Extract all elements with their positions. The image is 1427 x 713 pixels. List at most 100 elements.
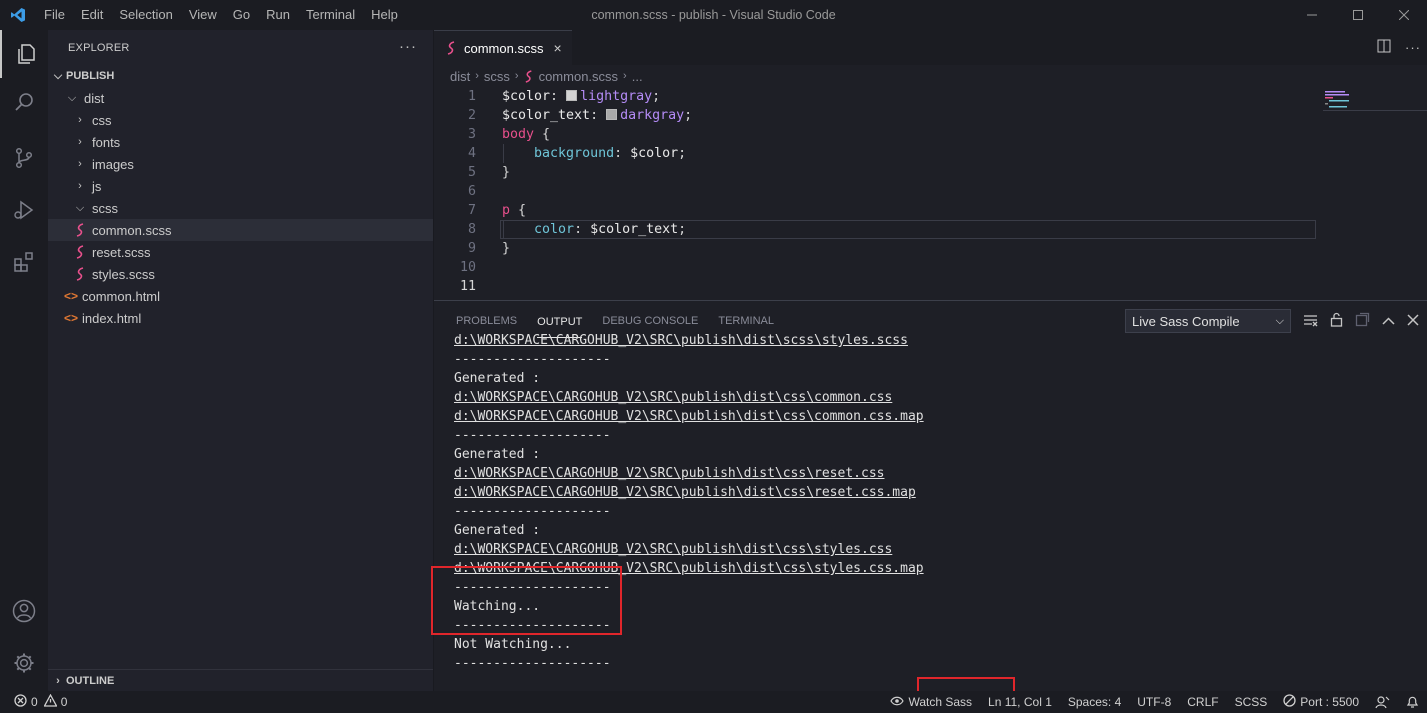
menu-item-edit[interactable]: Edit xyxy=(73,0,111,30)
tree-item-scss[interactable]: ⌵ scss xyxy=(48,197,433,219)
explorer-more-actions-button[interactable]: ··· xyxy=(399,38,417,55)
tree-item-css[interactable]: › css xyxy=(48,109,433,131)
menu-item-run[interactable]: Run xyxy=(258,0,298,30)
tree-item-js[interactable]: › js xyxy=(48,175,433,197)
editor-group: common.scss × ··· dist › scss › common.scss ›… xyxy=(434,30,1427,300)
output-file-link[interactable]: d:\WORKSPACE\CARGOHUB_V2\SRC\publish\dis… xyxy=(454,331,924,350)
output-line: -------------------- xyxy=(454,504,611,519)
tree-item-reset-scss[interactable]: reset.scss xyxy=(48,241,433,263)
breadcrumb-item[interactable]: common.scss xyxy=(539,69,618,84)
code-line[interactable]: 4 background: $color; xyxy=(434,144,1324,163)
output-file-link[interactable]: d:\WORKSPACE\CARGOHUB_V2\SRC\publish\dis… xyxy=(454,483,924,502)
explorer-icon[interactable] xyxy=(0,30,48,78)
indentation[interactable]: Spaces: 4 xyxy=(1060,691,1129,713)
code-text: $color: lightgray; xyxy=(502,89,661,104)
problems-status[interactable]: 0 0 xyxy=(0,693,67,710)
close-window-button[interactable] xyxy=(1381,0,1427,30)
output-line: Generated : xyxy=(454,371,541,386)
editor-tabs: common.scss × ··· xyxy=(434,30,1427,65)
source-control-icon[interactable] xyxy=(0,134,48,182)
output-file-link[interactable]: d:\WORKSPACE\CARGOHUB_V2\SRC\publish\dis… xyxy=(454,407,924,426)
status-right: Watch Sass Ln 11, Col 1 Spaces: 4 UTF-8 … xyxy=(882,691,1427,713)
tree-item-common-scss[interactable]: common.scss xyxy=(48,219,433,241)
output-file-link[interactable]: d:\WORKSPACE\CARGOHUB_V2\SRC\publish\dis… xyxy=(454,388,924,407)
close-panel-icon[interactable] xyxy=(1407,313,1419,329)
minimap[interactable] xyxy=(1323,87,1427,111)
language-mode[interactable]: SCSS xyxy=(1227,691,1276,713)
breadcrumb-item[interactable]: ... xyxy=(632,69,643,84)
tree-item-label: css xyxy=(92,112,112,128)
tree-item-images[interactable]: › images xyxy=(48,153,433,175)
vscode-logo-icon[interactable] xyxy=(0,0,36,30)
line-number: 5 xyxy=(467,165,476,180)
extensions-icon[interactable] xyxy=(0,238,48,286)
close-tab-icon[interactable]: × xyxy=(553,40,561,56)
tree-item-label: common.html xyxy=(82,288,161,304)
tab-common-scss[interactable]: common.scss × xyxy=(434,30,572,65)
watch-sass-button[interactable]: Watch Sass xyxy=(882,691,980,713)
breadcrumb-item[interactable]: scss xyxy=(484,69,510,84)
tree-item-common-html[interactable]: <> common.html xyxy=(48,285,433,307)
code-text: } xyxy=(502,241,511,256)
chevron-down-icon: ⌵ xyxy=(67,91,77,104)
menu-item-terminal[interactable]: Terminal xyxy=(298,0,363,30)
output-line: -------------------- xyxy=(454,428,611,443)
maximize-button[interactable] xyxy=(1335,0,1381,30)
output-file-link[interactable]: d:\WORKSPACE\CARGOHUB_V2\SRC\publish\dis… xyxy=(454,540,924,559)
tree-item-label: dist xyxy=(84,90,105,106)
breadcrumb-item[interactable]: dist xyxy=(450,69,470,84)
code-line[interactable]: 1 $color: lightgray; xyxy=(434,87,1324,106)
accounts-icon[interactable] xyxy=(0,587,48,635)
no-entry-icon xyxy=(1283,694,1296,710)
code-line[interactable]: 3 body { xyxy=(434,125,1324,144)
search-icon[interactable] xyxy=(0,78,48,126)
line-number: 9 xyxy=(467,241,476,256)
cursor-position[interactable]: Ln 11, Col 1 xyxy=(980,691,1060,713)
line-number: 6 xyxy=(467,184,476,199)
live-server-port[interactable]: Port : 5500 xyxy=(1275,691,1367,713)
status-bar: 0 0 Watch Sass Ln 11, Col 1 Spaces: 4 UT… xyxy=(0,691,1427,713)
tree-item-index-html[interactable]: <> index.html xyxy=(48,307,433,329)
notifications-bell-icon[interactable] xyxy=(1398,691,1427,713)
tree-item-label: scss xyxy=(92,200,118,216)
activity-bar xyxy=(0,30,48,691)
code-line[interactable]: 9} xyxy=(434,239,1324,258)
code-line[interactable]: 10 xyxy=(434,258,1324,277)
code-line[interactable]: 11 xyxy=(434,277,1324,296)
run-debug-icon[interactable] xyxy=(0,186,48,234)
code-line[interactable]: 6 xyxy=(434,182,1324,201)
tree-item-dist[interactable]: ⌵ dist xyxy=(48,87,433,109)
watch-sass-label: Watch Sass xyxy=(908,695,973,709)
line-endings[interactable]: CRLF xyxy=(1179,691,1226,713)
menu-item-file[interactable]: File xyxy=(36,0,73,30)
menu-item-selection[interactable]: Selection xyxy=(111,0,180,30)
code-line[interactable]: 2 $color_text: darkgray; xyxy=(434,106,1324,125)
split-editor-icon[interactable] xyxy=(1377,39,1391,56)
output-file-link[interactable]: d:\WORKSPACE\CARGOHUB_V2\SRC\publish\dis… xyxy=(454,464,924,483)
code-text: body { xyxy=(502,127,551,142)
menu-item-view[interactable]: View xyxy=(181,0,225,30)
open-log-icon[interactable] xyxy=(1355,312,1370,330)
code-line[interactable]: 7 p { xyxy=(434,201,1324,220)
more-actions-icon[interactable]: ··· xyxy=(1405,40,1421,55)
menu-item-go[interactable]: Go xyxy=(225,0,258,30)
minimize-button[interactable] xyxy=(1289,0,1335,30)
tree-item-styles-scss[interactable]: styles.scss xyxy=(48,263,433,285)
tree-item-fonts[interactable]: › fonts xyxy=(48,131,433,153)
code-line[interactable]: 5} xyxy=(434,163,1324,182)
workspace-root-folder[interactable]: ⌵ PUBLISH xyxy=(48,65,433,87)
encoding[interactable]: UTF-8 xyxy=(1129,691,1179,713)
panel-actions: Live Sass Compile ⌵ xyxy=(1125,309,1427,333)
outline-section-header[interactable]: › OUTLINE xyxy=(48,669,433,691)
lock-scroll-icon[interactable] xyxy=(1330,312,1343,330)
feedback-icon[interactable] xyxy=(1367,691,1398,713)
settings-gear-icon[interactable] xyxy=(0,639,48,687)
menu-item-help[interactable]: Help xyxy=(363,0,406,30)
clear-output-icon[interactable] xyxy=(1303,313,1318,330)
color-swatch-icon[interactable] xyxy=(606,109,618,120)
maximize-panel-icon[interactable] xyxy=(1382,314,1395,329)
output-channel-select[interactable]: Live Sass Compile ⌵ xyxy=(1125,309,1291,333)
outline-label: OUTLINE xyxy=(66,674,115,687)
color-swatch-icon[interactable] xyxy=(566,90,578,101)
line-number: 3 xyxy=(467,127,476,142)
